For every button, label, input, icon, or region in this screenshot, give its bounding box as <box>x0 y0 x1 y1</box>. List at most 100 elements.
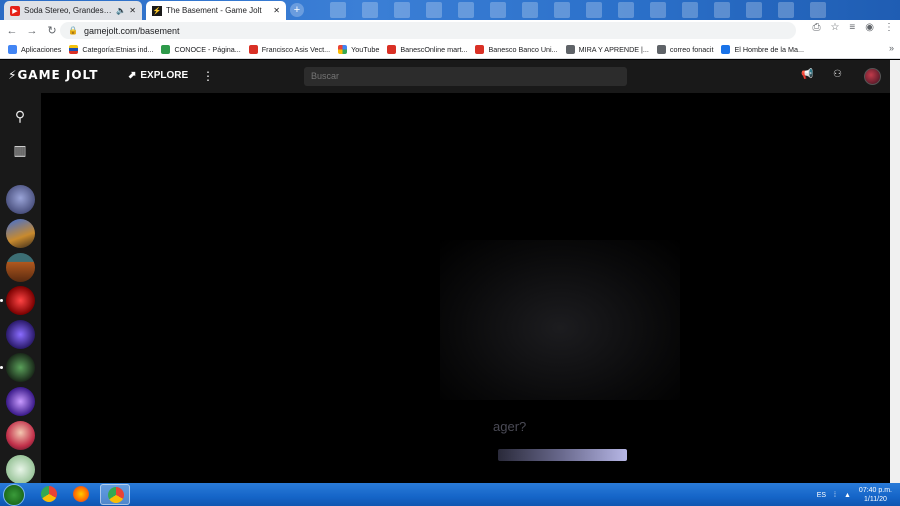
speaker-icon[interactable]: 🔈 <box>116 6 126 15</box>
dashboard-icon[interactable]: ⚲ <box>9 105 31 127</box>
background-desktop-icons <box>330 2 900 18</box>
community-avatar[interactable] <box>6 286 35 315</box>
chrome-icon <box>108 487 124 503</box>
profile-icon[interactable]: ◉ <box>865 22 874 33</box>
library-icon[interactable]: ▥ <box>9 139 31 161</box>
desktop-icon <box>554 2 570 18</box>
translate-icon[interactable]: ⎙ <box>812 22 820 33</box>
left-sidebar: ⚲ ▥ <box>0 93 41 484</box>
bookmark-star-icon[interactable]: ☆ <box>830 22 839 33</box>
lock-icon[interactable]: 🔒 <box>68 26 78 35</box>
chrome-icon <box>41 486 57 502</box>
bookmark-item[interactable]: MIRA Y APRENDE |... <box>565 45 649 54</box>
mail-icon <box>656 45 666 54</box>
bookmark-youtube[interactable]: YouTube <box>338 45 379 54</box>
page-scrollbar[interactable] <box>890 60 900 483</box>
desktop-icon <box>650 2 666 18</box>
google-icon <box>338 45 348 54</box>
clock-time: 07:40 p.m. <box>858 487 892 494</box>
bookmark-item[interactable]: BanescOnline mart... <box>387 45 467 54</box>
explore-button[interactable]: ⬈ EXPLORE <box>128 70 188 81</box>
progress-bar <box>498 449 627 461</box>
system-tray: ES ⁞ ▲ 07:40 p.m. 1/11/20 <box>817 486 892 504</box>
media-icon[interactable]: ≡ <box>849 22 855 33</box>
close-icon[interactable]: ✕ <box>273 6 280 15</box>
community-avatar[interactable] <box>6 219 35 248</box>
community-avatar[interactable] <box>6 387 35 416</box>
new-tab-button[interactable]: + <box>290 3 304 17</box>
question-text: ager? <box>493 419 527 434</box>
unread-indicator <box>0 366 3 369</box>
bookmark-label: Banesco Banco Uni... <box>488 45 558 54</box>
close-icon[interactable]: ✕ <box>129 6 136 15</box>
community-avatar[interactable] <box>6 353 35 382</box>
community-avatar[interactable] <box>6 421 35 450</box>
desktop-icon <box>426 2 442 18</box>
desktop-icon <box>458 2 474 18</box>
bookmarks-bar: Aplicaciones Categoría:Etnias ind... CON… <box>0 41 900 59</box>
bookmark-label: correo fonacit <box>669 45 714 54</box>
community-avatar[interactable] <box>6 320 35 349</box>
clock[interactable]: 07:40 p.m. 1/11/20 <box>859 486 892 504</box>
tab-title: The Basement - Game Jolt <box>166 6 262 15</box>
desktop-icon <box>810 2 826 18</box>
announcement-icon[interactable]: 📢 <box>801 69 813 80</box>
reload-icon[interactable]: ↻ <box>44 23 60 39</box>
taskbar-chrome[interactable] <box>34 484 64 505</box>
community-avatar[interactable] <box>6 253 35 282</box>
gamejolt-header: ⚡GAME JOLT ⬈ EXPLORE ⋮ 📢 ⚇ <box>0 60 890 93</box>
address-toolbar: ← → ↻ 🔒 gamejolt.com/basement ⎙ ☆ ≡ ◉ ⋮ <box>0 20 900 41</box>
url-text: gamejolt.com/basement <box>83 25 180 36</box>
gamejolt-logo[interactable]: ⚡GAME JOLT <box>8 68 98 82</box>
bookmark-item[interactable]: correo fonacit <box>656 45 714 54</box>
gamejolt-icon: ⚡ <box>152 5 162 16</box>
language-indicator[interactable]: ES <box>817 492 826 499</box>
bookmark-label: BanescOnline mart... <box>400 45 468 54</box>
apps-grid-icon <box>8 45 17 54</box>
compass-icon: ⬈ <box>128 70 137 81</box>
community-avatar[interactable] <box>6 455 35 484</box>
banesco-icon <box>475 45 485 54</box>
clock-date: 1/11/20 <box>864 496 887 503</box>
address-bar[interactable]: 🔒 gamejolt.com/basement <box>60 22 796 39</box>
network-icon[interactable]: ⁞ <box>834 492 836 499</box>
more-bookmarks-button[interactable]: » <box>889 43 894 53</box>
bookmark-item[interactable]: El Hombre de la Ma... <box>721 45 804 54</box>
page-icon <box>721 45 731 54</box>
banesco-icon <box>387 45 397 54</box>
mountain-icon <box>565 45 575 54</box>
taskbar-chrome-active[interactable] <box>100 484 130 505</box>
explore-label: EXPLORE <box>140 70 189 81</box>
search-input[interactable] <box>304 67 627 86</box>
bookmark-item[interactable]: Francisco Asis Vect... <box>248 45 330 54</box>
windows-taskbar: ES ⁞ ▲ 07:40 p.m. 1/11/20 <box>0 483 900 506</box>
desktop-icon <box>394 2 410 18</box>
tab-soda-stereo[interactable]: ▶ Soda Stereo, Grandes Éxitos 🔈 ✕ <box>4 1 142 20</box>
back-icon[interactable]: ← <box>4 23 20 39</box>
friends-icon[interactable]: ⚇ <box>833 69 842 80</box>
start-button[interactable] <box>3 484 25 506</box>
vector-icon <box>248 45 258 54</box>
tab-the-basement[interactable]: ⚡ The Basement - Game Jolt ✕ <box>146 1 286 20</box>
show-hidden-icons[interactable]: ▲ <box>844 492 851 499</box>
screen: ▶ Soda Stereo, Grandes Éxitos 🔈 ✕ ⚡ The … <box>0 0 900 506</box>
tab-title: Soda Stereo, Grandes Éxitos <box>24 6 113 15</box>
bookmark-item[interactable]: Banesco Banco Uni... <box>475 45 558 54</box>
desktop-icon <box>362 2 378 18</box>
taskbar-firefox[interactable] <box>66 484 96 505</box>
bookmark-item[interactable]: Categoría:Etnias ind... <box>69 45 153 54</box>
conoce-icon <box>161 45 171 54</box>
community-avatar[interactable] <box>6 185 35 214</box>
more-menu-icon[interactable]: ⋮ <box>202 69 214 83</box>
bookmark-label: CONOCE - Página... <box>174 45 241 54</box>
bookmark-aplicaciones[interactable]: Aplicaciones <box>8 45 61 54</box>
bookmark-label: El Hombre de la Ma... <box>734 45 804 54</box>
menu-icon[interactable]: ⋮ <box>884 22 894 33</box>
spotlight-glow <box>440 240 680 400</box>
bookmark-label: Aplicaciones <box>21 45 62 54</box>
desktop-icon <box>778 2 794 18</box>
bookmark-label: Categoría:Etnias ind... <box>82 45 154 54</box>
forward-icon[interactable]: → <box>24 23 40 39</box>
bookmark-item[interactable]: CONOCE - Página... <box>161 45 241 54</box>
user-avatar[interactable] <box>864 68 881 85</box>
